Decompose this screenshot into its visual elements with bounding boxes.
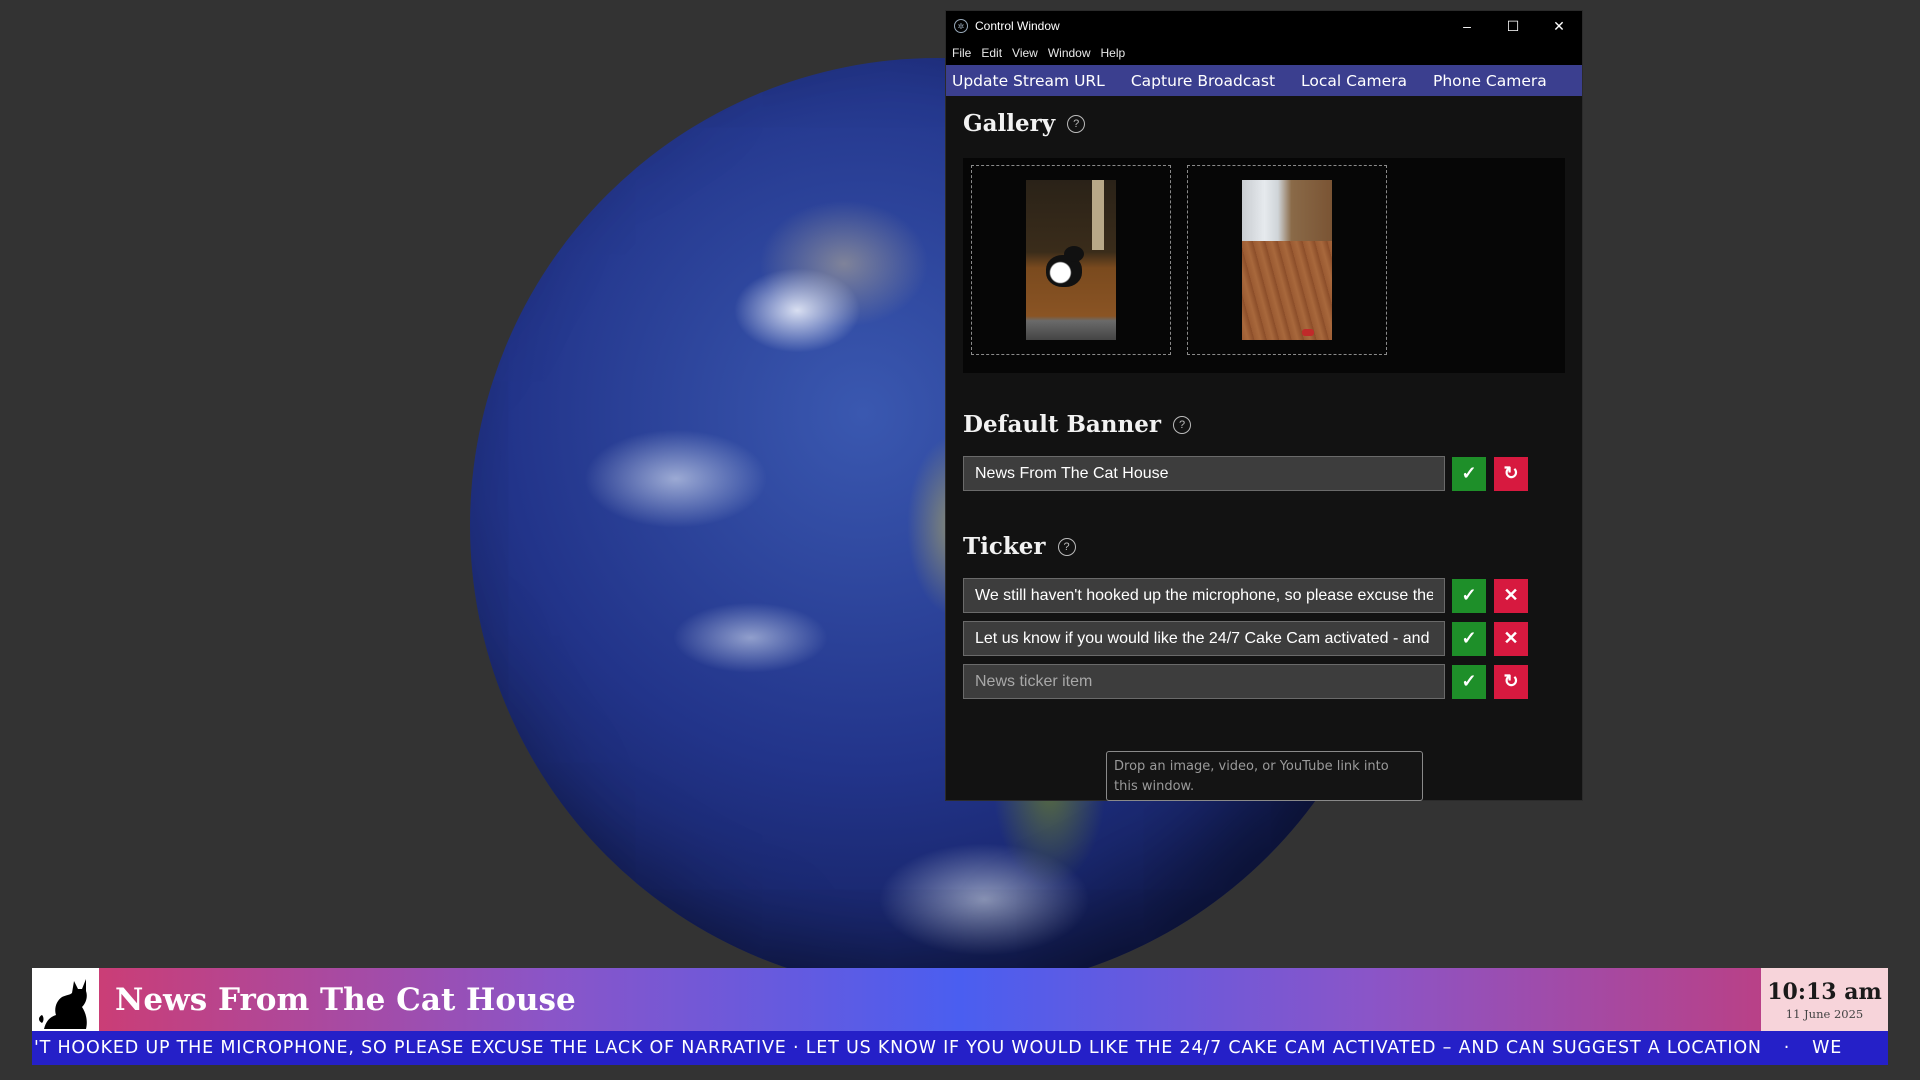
ticker-title: Ticker [963, 533, 1046, 560]
default-banner-help-icon[interactable]: ? [1173, 415, 1192, 434]
confirm-button[interactable]: ✓ [1452, 456, 1486, 491]
tab-update-stream-url[interactable]: Update Stream URL [952, 72, 1105, 90]
ticker-item-input[interactable] [963, 621, 1445, 656]
menu-file[interactable]: File [952, 46, 971, 60]
tab-phone-camera[interactable]: Phone Camera [1433, 72, 1547, 90]
app-icon: ✲ [954, 19, 968, 33]
ticker-text: 'T HOOKED UP THE MICROPHONE, SO PLEASE E… [34, 1038, 1762, 1058]
maximize-button[interactable]: ☐ [1490, 11, 1536, 41]
default-banner-heading: Default Banner ? [963, 411, 1565, 438]
menu-view[interactable]: View [1012, 46, 1038, 60]
confirm-button[interactable]: ✓ [1452, 664, 1486, 699]
ticker-item-row: ✓ ✕ [963, 578, 1565, 613]
minimize-button[interactable]: – [1444, 11, 1490, 41]
confirm-button[interactable]: ✓ [1452, 578, 1486, 613]
news-banner: News From The Cat House 10:13 am 11 June… [32, 968, 1888, 1031]
default-banner-title: Default Banner [963, 411, 1162, 438]
ticker-item-row: ✓ ✕ [963, 621, 1565, 656]
clock-date: 11 June 2025 [1785, 1006, 1864, 1021]
ticker-help-icon[interactable]: ? [1057, 537, 1076, 556]
menu-help[interactable]: Help [1101, 46, 1126, 60]
cat-photo [1026, 180, 1116, 340]
reset-button[interactable]: ↻ [1494, 664, 1528, 699]
default-banner-input[interactable] [963, 456, 1445, 491]
ticker-text-continued: WE [1812, 1038, 1843, 1058]
tab-bar: Update Stream URL Capture Broadcast Loca… [946, 65, 1582, 96]
reset-button[interactable]: ↻ [1494, 456, 1528, 491]
gallery-thumbnail[interactable] [1187, 165, 1387, 355]
clock-time: 10:13 am [1767, 978, 1882, 1005]
menu-window[interactable]: Window [1048, 46, 1091, 60]
drop-hint-tooltip: Drop an image, video, or YouTube link in… [1106, 751, 1423, 801]
default-banner-row: ✓ ↻ [963, 456, 1565, 491]
confirm-button[interactable]: ✓ [1452, 621, 1486, 656]
gallery-help-icon[interactable]: ? [1067, 114, 1086, 133]
window-title: Control Window [975, 19, 1060, 33]
gallery-panel [963, 158, 1565, 373]
new-ticker-item-input[interactable] [963, 664, 1445, 699]
new-ticker-item-row: ✓ ↻ [963, 664, 1565, 699]
clock: 10:13 am 11 June 2025 [1761, 968, 1888, 1031]
room-photo [1242, 180, 1332, 340]
gallery-heading: Gallery ? [963, 110, 1565, 137]
banner-title: News From The Cat House [115, 981, 576, 1018]
control-window: ✲ Control Window – ☐ ✕ File Edit View Wi… [945, 10, 1583, 801]
tab-local-camera[interactable]: Local Camera [1301, 72, 1407, 90]
tab-capture-broadcast[interactable]: Capture Broadcast [1131, 72, 1275, 90]
ticker-item-input[interactable] [963, 578, 1445, 613]
news-ticker: 'T HOOKED UP THE MICROPHONE, SO PLEASE E… [32, 1031, 1888, 1065]
gallery-thumbnail[interactable] [971, 165, 1171, 355]
remove-button[interactable]: ✕ [1494, 621, 1528, 656]
gallery-title: Gallery [963, 110, 1056, 137]
close-button[interactable]: ✕ [1536, 11, 1582, 41]
menu-bar: File Edit View Window Help [946, 41, 1582, 65]
title-bar[interactable]: ✲ Control Window – ☐ ✕ [946, 11, 1582, 41]
cat-silhouette-icon [38, 979, 87, 1029]
menu-edit[interactable]: Edit [981, 46, 1002, 60]
cat-logo [32, 968, 99, 1031]
ticker-separator: · [1783, 1038, 1791, 1058]
remove-button[interactable]: ✕ [1494, 578, 1528, 613]
ticker-heading: Ticker ? [963, 533, 1565, 560]
